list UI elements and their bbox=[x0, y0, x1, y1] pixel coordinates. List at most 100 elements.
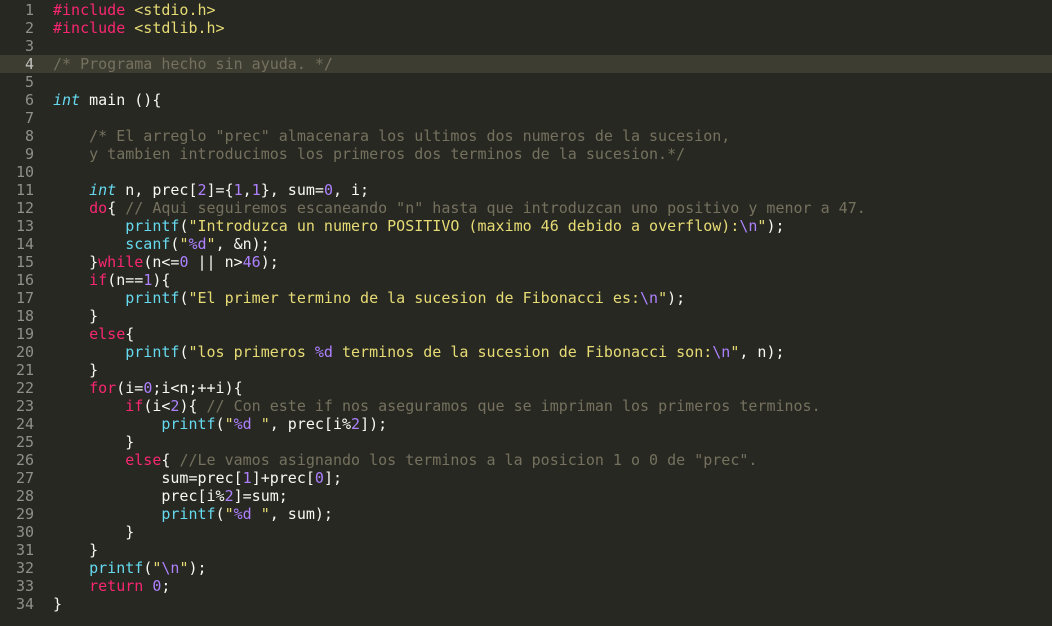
code-line[interactable]: printf("los primeros %d terminos de la s… bbox=[44, 343, 1052, 361]
code-line[interactable]: printf("Introduzca un numero POSITIVO (m… bbox=[44, 217, 1052, 235]
code-token: ( bbox=[215, 415, 225, 433]
code-line-text: int main (){ bbox=[53, 91, 161, 109]
code-line[interactable]: return 0; bbox=[44, 577, 1052, 595]
code-area[interactable]: #include <stdio.h> #include <stdlib.h> /* … bbox=[44, 0, 1052, 626]
code-token: { bbox=[125, 325, 135, 343]
code-line[interactable]: scanf("%d", &n); bbox=[44, 235, 1052, 253]
code-token: %d bbox=[233, 415, 252, 433]
code-token: } bbox=[53, 595, 63, 613]
line-number: 12 bbox=[15, 199, 34, 217]
code-token: (n== bbox=[107, 271, 144, 289]
code-editor[interactable]: 1 2 3 4 5 6 7 8 9 10 11 12 13 14 15 16 17 18 19 20 21 22 23 24 2… bbox=[0, 0, 1052, 626]
code-line-text: sum=prec[1]+prec[0]; bbox=[53, 469, 342, 487]
line-number: 10 bbox=[15, 163, 34, 181]
code-token: ;i<n;++i){ bbox=[152, 379, 243, 397]
code-token: %d bbox=[233, 505, 252, 523]
code-token: }, sum= bbox=[260, 181, 324, 199]
code-token: else bbox=[125, 451, 162, 469]
code-line-text: }while(n<=0 || n>46); bbox=[53, 253, 279, 271]
code-line[interactable]: do{ // Aqui seguiremos escaneando "n" ha… bbox=[44, 199, 1052, 217]
code-line[interactable]: printf("\n"); bbox=[44, 559, 1052, 577]
code-line[interactable] bbox=[44, 37, 1052, 55]
code-line[interactable]: else{ //Le vamos asignando los terminos … bbox=[44, 451, 1052, 469]
code-line[interactable]: int n, prec[2]={1,1}, sum=0, i; bbox=[44, 181, 1052, 199]
code-line[interactable]: if(n==1){ bbox=[44, 271, 1052, 289]
code-line-text: if(n==1){ bbox=[53, 271, 170, 289]
code-line[interactable]: printf("El primer termino de la sucesion… bbox=[44, 289, 1052, 307]
code-token: ]+prec[ bbox=[251, 469, 315, 487]
code-line[interactable]: /* El arreglo "prec" almacenara los ulti… bbox=[44, 127, 1052, 145]
code-line-text: else{ //Le vamos asignando los terminos … bbox=[53, 451, 757, 469]
line-number: 28 bbox=[15, 487, 34, 505]
code-line[interactable] bbox=[44, 163, 1052, 181]
code-token: n, prec[ bbox=[116, 181, 198, 199]
code-line[interactable]: } bbox=[44, 523, 1052, 541]
code-line[interactable]: int main (){ bbox=[44, 91, 1052, 109]
code-line[interactable]: } bbox=[44, 361, 1052, 379]
code-token: \n bbox=[161, 559, 180, 577]
code-line[interactable]: } bbox=[44, 433, 1052, 451]
code-line[interactable]: /* Programa hecho sin ayuda. */ bbox=[44, 55, 1052, 73]
code-line[interactable]: }while(n<=0 || n>46); bbox=[44, 253, 1052, 271]
line-number: 34 bbox=[15, 595, 34, 613]
code-token: main (){ bbox=[80, 91, 162, 109]
line-number: 33 bbox=[15, 577, 34, 595]
line-number: 22 bbox=[15, 379, 34, 397]
line-number: 23 bbox=[15, 397, 34, 415]
code-token: printf bbox=[161, 505, 216, 523]
code-token: , n); bbox=[739, 343, 785, 361]
code-token: ( bbox=[215, 505, 225, 523]
code-line-text: printf("\n"); bbox=[53, 559, 206, 577]
code-line-text: } bbox=[53, 433, 134, 451]
line-number: 13 bbox=[15, 217, 34, 235]
code-token: printf bbox=[125, 343, 180, 361]
code-token: else bbox=[89, 325, 126, 343]
code-token: , sum); bbox=[269, 505, 333, 523]
code-token: printf bbox=[125, 217, 180, 235]
code-line[interactable]: printf("%d ", sum); bbox=[44, 505, 1052, 523]
code-line[interactable]: if(i<2){ // Con este if nos aseguramos q… bbox=[44, 397, 1052, 415]
code-line-text: printf("%d ", sum); bbox=[53, 505, 333, 523]
code-token: #include bbox=[53, 1, 135, 19]
code-token: , &n); bbox=[215, 235, 270, 253]
code-line[interactable]: sum=prec[1]+prec[0]; bbox=[44, 469, 1052, 487]
code-line[interactable]: #include <stdio.h> bbox=[44, 1, 1052, 19]
code-line[interactable]: printf("%d ", prec[i%2]); bbox=[44, 415, 1052, 433]
code-line[interactable]: else{ bbox=[44, 325, 1052, 343]
code-line[interactable]: } bbox=[44, 307, 1052, 325]
code-token: printf bbox=[161, 415, 216, 433]
code-line-text: int n, prec[2]={1,1}, sum=0, i; bbox=[53, 181, 369, 199]
code-line[interactable]: prec[i%2]=sum; bbox=[44, 487, 1052, 505]
code-line[interactable]: } bbox=[44, 541, 1052, 559]
line-number: 2 bbox=[24, 19, 34, 37]
code-token: ( bbox=[143, 559, 153, 577]
code-token: \n bbox=[712, 343, 731, 361]
code-line[interactable] bbox=[44, 109, 1052, 127]
code-token: // Aqui seguiremos escaneando "n" hasta … bbox=[125, 199, 866, 217]
line-number: 9 bbox=[24, 145, 34, 163]
code-token: 2 bbox=[224, 487, 234, 505]
line-number: 24 bbox=[15, 415, 34, 433]
line-number: 29 bbox=[15, 505, 34, 523]
code-token: do bbox=[89, 199, 108, 217]
code-token: 2 bbox=[351, 415, 361, 433]
code-token: %d bbox=[188, 235, 207, 253]
code-line[interactable]: y tambien introducimos los primeros dos … bbox=[44, 145, 1052, 163]
line-number: 8 bbox=[24, 127, 34, 145]
code-token: scanf bbox=[125, 235, 171, 253]
line-number: 25 bbox=[15, 433, 34, 451]
line-number: 7 bbox=[24, 109, 34, 127]
code-token: " bbox=[658, 289, 668, 307]
code-line[interactable]: } bbox=[44, 595, 1052, 613]
code-token: int bbox=[89, 181, 117, 199]
line-number: 5 bbox=[24, 73, 34, 91]
code-line[interactable]: for(i=0;i<n;++i){ bbox=[44, 379, 1052, 397]
code-line[interactable] bbox=[44, 73, 1052, 91]
code-line[interactable]: #include <stdlib.h> bbox=[44, 19, 1052, 37]
code-line-text: printf("los primeros %d terminos de la s… bbox=[53, 343, 785, 361]
line-number: 26 bbox=[15, 451, 34, 469]
